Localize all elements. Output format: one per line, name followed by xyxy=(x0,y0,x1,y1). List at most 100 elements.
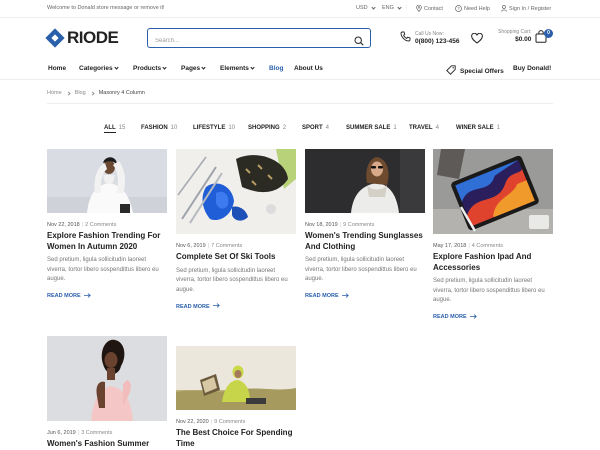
chevron-right-icon xyxy=(66,90,71,96)
chevron-right-icon xyxy=(90,90,95,96)
post-excerpt: Sed pretium, ligula sollicitudin laoreet… xyxy=(47,257,159,282)
logo[interactable]: RIODE xyxy=(45,28,119,48)
search-box xyxy=(147,28,371,51)
search-icon[interactable] xyxy=(354,33,364,51)
filter-fashion[interactable]: FASHION 10 xyxy=(141,125,177,131)
chevron-down-icon xyxy=(250,65,255,70)
welcome-message: Welcome to Donald store message or remov… xyxy=(47,5,165,11)
special-offers-link[interactable]: Special Offers xyxy=(446,65,504,77)
arrow-right-icon xyxy=(83,292,91,300)
buy-link[interactable]: Buy Donald! xyxy=(513,65,551,72)
post-image[interactable] xyxy=(305,149,425,213)
search-input[interactable] xyxy=(148,32,338,50)
currency-select[interactable]: USD xyxy=(356,4,376,11)
nav-about-us[interactable]: About Us xyxy=(294,65,323,72)
call-label: Call Us Now: xyxy=(415,31,444,37)
user-icon xyxy=(501,5,507,12)
separator: | xyxy=(207,243,210,249)
post-excerpt: Sed pretium, ligula sollicitudin laoreet… xyxy=(305,257,417,282)
post-title[interactable]: Explore Fashion Trending For Women In Au… xyxy=(47,231,167,252)
arrow-right-icon xyxy=(212,303,220,310)
chevron-down-icon xyxy=(201,65,206,70)
post-card: Nov 18, 2019 | 9 Comments Women's Trending… xyxy=(305,149,425,300)
read-more-label: READ MORE xyxy=(47,293,81,299)
cart-count-badge: 0 xyxy=(544,29,553,38)
post-comments[interactable]: 9 Comments xyxy=(214,419,245,425)
post-meta: Jun 6, 2019 | 3 Comments xyxy=(47,430,167,436)
post-card: Nov 22, 2020 | 9 Comments The Best Choice … xyxy=(176,346,296,449)
post-image[interactable] xyxy=(433,149,553,234)
filter-count: 1 xyxy=(393,125,397,131)
post-image[interactable] xyxy=(47,149,167,213)
filter-lifestyle[interactable]: LIFESTYLE 10 xyxy=(193,125,235,131)
filter-label: SPORT xyxy=(302,125,323,131)
post-date: Nov 22, 2018 xyxy=(47,222,80,228)
breadcrumb-home[interactable]: Home xyxy=(47,90,62,96)
post-date: May 17, 2018 xyxy=(433,243,467,249)
call-us[interactable]: Call Us Now: 0(800) 123-456 xyxy=(400,29,459,47)
post-date: Jun 6, 2019 xyxy=(47,430,76,436)
read-more-link[interactable]: READ MORE xyxy=(433,313,553,321)
nav-home[interactable]: Home xyxy=(48,65,66,72)
wishlist-heart-icon[interactable] xyxy=(471,31,483,49)
filter-winer-sale[interactable]: WINER SALE 1 xyxy=(456,125,500,131)
chevron-down-icon xyxy=(162,65,167,70)
post-title[interactable]: The Best Choice For Spending Time xyxy=(176,428,296,449)
nav-categories[interactable]: Categories xyxy=(79,65,119,72)
post-title[interactable]: Women's Trending Sunglasses And Clothing xyxy=(305,231,425,252)
post-title[interactable]: Explore Fashion Ipad And Accessories xyxy=(433,252,553,273)
separator: | xyxy=(81,222,84,228)
read-more-label: READ MORE xyxy=(176,303,210,310)
signin-link[interactable]: Sign In / Register xyxy=(501,5,551,12)
breadcrumb-blog[interactable]: Blog xyxy=(75,90,86,96)
post-excerpt: Sed pretium, ligula sollicitudin laoreet… xyxy=(433,278,545,303)
separator: | xyxy=(339,222,342,228)
post-comments[interactable]: 4 Comments xyxy=(472,243,503,249)
nav-products[interactable]: Products xyxy=(133,65,167,72)
post-title[interactable]: Complete Set Of Ski Tools xyxy=(176,252,296,263)
nav-pages-label: Pages xyxy=(181,65,201,72)
cart-summary[interactable]: Shopping Cart: $0.00 xyxy=(498,29,531,43)
post-comments[interactable]: 2 Comments xyxy=(85,222,116,228)
filter-count: 4 xyxy=(325,125,330,131)
post-image[interactable] xyxy=(176,149,296,234)
post-comments[interactable]: 7 Comments xyxy=(211,243,242,249)
filter-count: 10 xyxy=(170,125,178,131)
special-offers-label: Special Offers xyxy=(460,67,504,75)
post-image[interactable] xyxy=(176,346,296,410)
filter-label: SHOPPING xyxy=(248,125,280,131)
read-more-link[interactable]: READ MORE xyxy=(47,292,167,300)
filter-sport[interactable]: SPORT 4 xyxy=(302,125,329,131)
read-more-link[interactable]: READ MORE xyxy=(176,303,296,310)
nav-elements[interactable]: Elements xyxy=(220,65,255,72)
filter-label: SUMMER SALE xyxy=(346,125,391,131)
post-title[interactable]: Women's Fashion Summer xyxy=(47,439,167,450)
post-meta: Nov 22, 2020 | 9 Comments xyxy=(176,419,296,425)
language-label: ENG xyxy=(382,5,394,11)
nav-blog[interactable]: Blog xyxy=(269,65,283,72)
filter-travel[interactable]: TRAVEL 4 xyxy=(409,125,439,131)
read-more-link[interactable]: READ MORE xyxy=(305,292,425,300)
post-card: Jun 6, 2019 | 3 Comments Women's Fashion S… xyxy=(47,336,167,450)
post-date: Nov 22, 2020 xyxy=(176,419,209,425)
post-comments[interactable]: 3 Comments xyxy=(81,430,112,436)
chevron-down-icon xyxy=(397,4,402,10)
nav-pages[interactable]: Pages xyxy=(181,65,206,72)
cart-label: Shopping Cart: xyxy=(498,29,532,35)
separator: | xyxy=(210,419,213,425)
arrow-right-icon xyxy=(341,292,349,300)
filter-all[interactable]: ALL 15 xyxy=(104,125,125,133)
post-comments[interactable]: 9 Comments xyxy=(343,222,374,228)
language-select[interactable]: ENG xyxy=(382,4,402,11)
separator: | xyxy=(468,243,470,249)
help-link[interactable]: ? Need Help xyxy=(455,5,490,12)
post-image[interactable] xyxy=(47,336,167,421)
currency-label: USD xyxy=(356,5,368,11)
phone-icon xyxy=(400,29,411,47)
post-date: Nov 18, 2019 xyxy=(305,222,338,228)
filter-summer-sale[interactable]: SUMMER SALE 1 xyxy=(346,125,397,131)
filter-shopping[interactable]: SHOPPING 2 xyxy=(248,125,286,131)
separator: | xyxy=(77,430,80,436)
contact-link[interactable]: Contact xyxy=(416,5,443,12)
post-card: Nov 22, 2018 | 2 Comments Explore Fashion … xyxy=(47,149,167,300)
